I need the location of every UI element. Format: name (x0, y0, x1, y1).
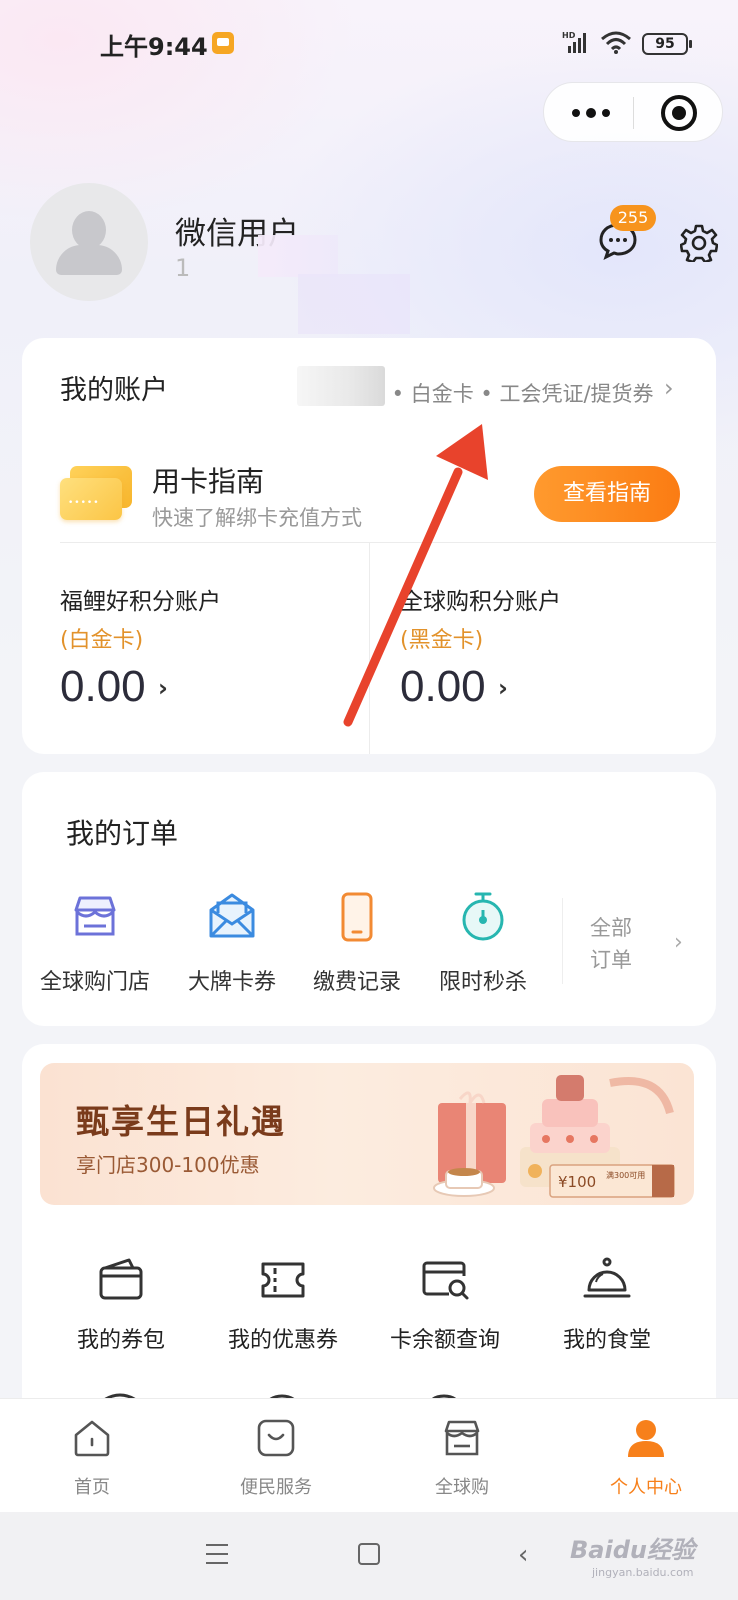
divider (60, 542, 716, 543)
tab-personal-center[interactable]: 个人中心 (581, 1417, 711, 1499)
svg-text:¥100: ¥100 (558, 1173, 596, 1191)
order-flash-sale[interactable]: 限时秒杀 (418, 890, 548, 996)
watermark: Baidu经验 (570, 1536, 695, 1564)
order-payment-records[interactable]: 缴费记录 (292, 890, 422, 996)
my-wallet[interactable]: 我的券包 (40, 1254, 202, 1354)
bottom-tab-bar: 首页 便民服务 全球购 个人中心 (0, 1398, 738, 1512)
points-balance[interactable]: 0.00 (60, 662, 146, 712)
notification-icon (212, 32, 234, 54)
tab-label: 全球购 (435, 1477, 489, 1498)
account-title: 我的账户 (60, 375, 168, 406)
tab-label: 个人中心 (610, 1477, 682, 1498)
card-balance-query[interactable]: 卡余额查询 (364, 1254, 526, 1354)
order-label: 大牌卡券 (187, 970, 276, 995)
gear-icon[interactable] (680, 224, 718, 262)
service-label: 我的券包 (76, 1328, 165, 1353)
avatar[interactable] (30, 183, 148, 301)
capsule-divider (633, 97, 634, 129)
service-label: 我的食堂 (562, 1328, 651, 1353)
tab-global-shop[interactable]: 全球购 (397, 1417, 527, 1499)
phone-icon (341, 892, 373, 942)
message-count-badge: 255 (610, 205, 656, 231)
wifi-icon (601, 31, 631, 54)
banner-title: 甄享生日礼遇 (76, 1102, 286, 1141)
my-canteen[interactable]: 我的食堂 (526, 1254, 688, 1354)
card-search-icon (422, 1261, 469, 1300)
points-account-name[interactable]: 全球购积分账户 (400, 582, 561, 616)
menu-icon[interactable] (206, 1544, 228, 1564)
watermark-url: jingyan.baidu.com (592, 1566, 694, 1579)
card-guide-subtitle: 快速了解绑卡充值方式 (152, 506, 362, 530)
more-options-icon[interactable] (572, 101, 612, 125)
chevron-right-icon[interactable]: › (498, 674, 508, 702)
order-label: 缴费记录 (312, 970, 401, 995)
order-label: 限时秒杀 (438, 970, 527, 995)
tab-services[interactable]: 便民服务 (211, 1417, 341, 1499)
svg-text:满300可用: 满300可用 (606, 1170, 645, 1180)
stopwatch-icon (462, 892, 504, 941)
home-button-icon[interactable] (358, 1543, 380, 1565)
birthday-banner[interactable]: 甄享生日礼遇 享门店300-100优惠 ¥100 满300可用 (40, 1063, 694, 1205)
cloche-icon (583, 1257, 631, 1298)
all-orders-label: 全部订单 (590, 916, 632, 972)
points-account-level: (黑金卡) (400, 628, 484, 653)
orders-card: 我的订单 全球购门店 大牌卡券 缴费记录 限时秒杀 全部订单 › (22, 772, 716, 1026)
privacy-mask (258, 235, 338, 277)
order-brand-vouchers[interactable]: 大牌卡券 (167, 890, 297, 996)
bag-icon (257, 1419, 295, 1457)
order-label: 全球购门店 (39, 970, 150, 995)
points-balance[interactable]: 0.00 (400, 662, 486, 712)
service-label: 卡余额查询 (389, 1328, 500, 1353)
services-card: 甄享生日礼遇 享门店300-100优惠 ¥100 满300可用 我的券包 我的优… (22, 1044, 716, 1444)
my-coupons[interactable]: 我的优惠券 (202, 1254, 364, 1354)
birthday-cake-illustration: ¥100 满300可用 (433, 1075, 675, 1198)
privacy-mask (297, 366, 385, 406)
card-guide-title: 用卡指南 (152, 465, 265, 498)
chevron-right-icon[interactable]: › (664, 374, 674, 402)
miniprogram-capsule (543, 82, 723, 142)
divider (562, 898, 563, 984)
chevron-right-icon[interactable]: › (158, 674, 168, 702)
shop-icon (444, 1420, 480, 1456)
chevron-right-icon: › (674, 930, 683, 955)
account-card: 我的账户 福礼卡 • 白金卡 • 工会凭证/提货券 › 用卡指南 快速了解绑卡充… (22, 338, 716, 754)
store-icon (74, 896, 116, 936)
person-icon (628, 1420, 664, 1457)
back-icon[interactable]: ‹ (518, 1540, 528, 1570)
view-guide-button[interactable]: 查看指南 (534, 466, 680, 522)
tab-label: 首页 (74, 1477, 110, 1498)
all-orders-link[interactable]: 全部订单 › (590, 912, 710, 982)
close-miniprogram-icon[interactable] (661, 95, 697, 131)
points-account-level: (白金卡) (60, 628, 144, 653)
ticket-icon (261, 1262, 305, 1298)
tab-label: 便民服务 (240, 1477, 312, 1498)
status-bar: 上午9:44 HD 95 (0, 0, 738, 90)
orders-title: 我的订单 (66, 817, 179, 850)
status-time: 上午9:44 (100, 33, 208, 61)
privacy-mask (298, 274, 410, 334)
service-label: 我的优惠券 (227, 1328, 338, 1353)
home-icon (74, 1420, 110, 1457)
svg-text:HD: HD (562, 31, 576, 40)
points-account-name[interactable]: 福鲤好积分账户 (60, 582, 221, 616)
envelope-icon (209, 893, 255, 938)
tab-home[interactable]: 首页 (27, 1417, 157, 1499)
order-global-store[interactable]: 全球购门店 (30, 890, 160, 996)
bank-card-icon (60, 466, 134, 522)
battery-icon: 95 (642, 33, 692, 55)
signal-icon: HD (562, 31, 586, 53)
divider (369, 543, 370, 754)
user-phone: 1 (175, 254, 191, 282)
banner-subtitle: 享门店300-100优惠 (76, 1153, 260, 1177)
wallet-icon (99, 1258, 143, 1300)
